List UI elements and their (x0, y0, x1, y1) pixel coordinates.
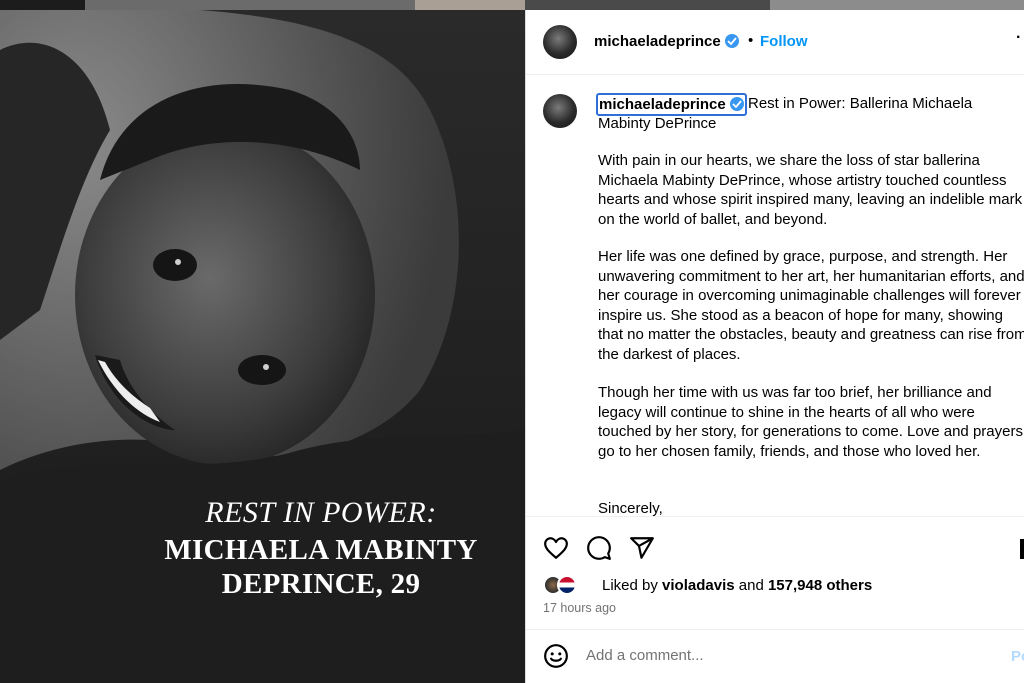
more-options-icon[interactable]: · (1016, 29, 1021, 47)
background-thumbnail (525, 0, 770, 10)
caption-paragraph: Her life was one defined by grace, purpo… (598, 248, 1024, 363)
background-thumbnail (85, 0, 415, 10)
post-timestamp[interactable]: 17 hours ago (543, 601, 616, 615)
caption-username-link[interactable]: michaeladeprince (596, 93, 747, 116)
emoji-icon[interactable] (543, 643, 569, 669)
avatar[interactable] (543, 94, 577, 128)
caption-paragraph: With pain in our hearts, we share the lo… (598, 152, 1023, 228)
background-thumbnail (415, 0, 525, 10)
liked-by-user[interactable]: violadavis (662, 577, 735, 594)
follow-button[interactable]: Follow (760, 33, 808, 50)
comment-icon[interactable] (586, 535, 612, 561)
author-username-link[interactable]: michaeladeprince (594, 33, 739, 50)
caption-paragraph: Though her time with us was far too brie… (598, 384, 1023, 460)
liked-by-middle: and (734, 577, 768, 594)
liker-avatar[interactable] (557, 575, 577, 595)
avatar[interactable] (543, 25, 577, 59)
post-comment-button[interactable]: Po (1011, 648, 1024, 665)
overlay-name-age-line: DEPRINCE, 29 (221, 568, 421, 600)
liked-by-prefix: Liked by (602, 577, 663, 594)
bookmark-icon[interactable] (1020, 539, 1024, 559)
post-header: michaeladeprince • Follow · (526, 10, 1024, 75)
caption-signoff: Sincerely, (598, 500, 663, 516)
background-thumbnail (770, 0, 1024, 10)
overlay-title-line: REST IN POWER: (205, 496, 437, 529)
post-detail-panel: michaeladeprince • Follow · Rest in Powe… (525, 10, 1024, 683)
caption-username[interactable]: michaeladeprince (599, 96, 726, 113)
caption-scroll-area[interactable]: Rest in Power: Ballerina Michaela Mabint… (526, 76, 1024, 516)
background-thumbnail-strip (0, 0, 1024, 10)
liked-by-text[interactable]: Liked by violadavis and 157,948 others (602, 577, 872, 594)
heart-icon[interactable] (543, 535, 569, 561)
verified-badge-icon (729, 97, 744, 111)
verified-badge-icon (724, 34, 739, 48)
comment-input[interactable] (586, 647, 986, 664)
background-thumbnail (0, 0, 85, 10)
post-image[interactable]: REST IN POWER: MICHAELA MABINTY DEPRINCE… (0, 10, 525, 683)
likes-count[interactable]: 157,948 others (768, 577, 872, 594)
overlay-name-line: MICHAELA MABINTY (164, 534, 478, 566)
comment-bar: Po (526, 629, 1024, 683)
share-icon[interactable] (629, 535, 655, 561)
separator-dot: • (748, 32, 754, 49)
author-username[interactable]: michaeladeprince (594, 33, 721, 50)
